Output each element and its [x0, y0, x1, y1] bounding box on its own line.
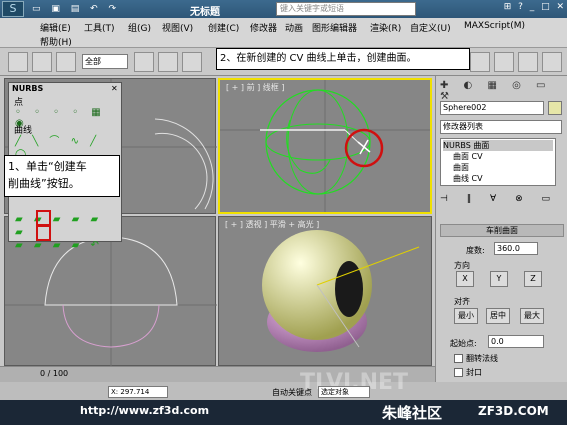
set-key-dropdown[interactable]: 选定对象 [318, 386, 370, 398]
nurbs-close-icon[interactable]: ✕ [111, 84, 118, 93]
cap-label: 封口 [466, 368, 482, 377]
brand-domain: ZF3D.COM [478, 404, 549, 418]
modifier-stack[interactable]: NURBS 曲面 曲面 CV 曲面 曲线 CV [440, 138, 556, 186]
app-logo-icon[interactable]: S [2, 1, 24, 17]
nurbs-title: NURBS [12, 84, 44, 93]
command-panel-tabs[interactable]: ✚ ◐ ▦ ◎ ▭ ⚒ [440, 80, 564, 102]
link-icon[interactable] [32, 52, 52, 72]
modifier-list-dropdown[interactable]: 修改器列表 [440, 120, 562, 134]
viewport-front-label[interactable]: [ + ] 前 ] 线框 ] [226, 82, 284, 93]
step1-callout: 1、单击“创建车 削曲线”按钮。 [4, 155, 120, 197]
align-group-label: 对齐 [454, 297, 470, 306]
undo-icon[interactable] [8, 52, 28, 72]
surface-tool-icons[interactable]: ▰ ▰ ▰ ▰ ▰ ▰ ▰ ▰ ▰ ▰ ↶ [15, 213, 115, 251]
menu-rendering[interactable]: 渲染(R) [370, 21, 401, 34]
start-point-label: 起始点: [450, 339, 477, 348]
align-min-button[interactable]: 最小 [454, 308, 478, 324]
align-center-button[interactable]: 居中 [486, 308, 510, 324]
lathe-surface-button[interactable] [36, 224, 51, 241]
start-point-field[interactable]: 0.0 [488, 335, 544, 348]
menu-customize[interactable]: 自定义(U) [410, 21, 451, 34]
step2-callout: 2、在新创建的 CV 曲线上单击，创建曲面。 [216, 48, 470, 70]
quick-access-icons[interactable]: ▭ ▣ ▤ ↶ ↷ [32, 4, 152, 14]
point-tool-icons[interactable]: ◦ ◦ ◦ ◦ ▦ ◉ [15, 107, 115, 129]
align-max-button[interactable]: 最大 [520, 308, 544, 324]
auto-key-label[interactable]: 自动关键点 [272, 387, 312, 398]
render-setup-icon[interactable] [494, 52, 514, 72]
select-icon[interactable] [134, 52, 154, 72]
coord-x-field[interactable]: X: 297.714 [108, 386, 168, 398]
menu-edit[interactable]: 编辑(E) [40, 21, 71, 34]
perspective-scene [262, 230, 420, 352]
step2-text: 2、在新创建的 CV 曲线上单击，创建曲面。 [220, 53, 417, 64]
render-icon[interactable] [518, 52, 538, 72]
degrees-label: 度数: [466, 246, 485, 255]
bind-icon[interactable] [56, 52, 76, 72]
stack-item-surface[interactable]: 曲面 [443, 162, 553, 173]
direction-x-button[interactable]: X [456, 271, 474, 287]
stack-item-nurbs-surface[interactable]: NURBS 曲面 [443, 140, 553, 151]
stack-tools-icons[interactable]: ⊣ ‖ ∀ ⊗ ▭ [440, 194, 560, 206]
timeline-frame: 0 / 100 [40, 369, 69, 378]
status-bar: TLVI.NET X: 297.714 自动关键点 选定对象 http://ww… [0, 370, 567, 425]
stack-item-curve-cv[interactable]: 曲线 CV [443, 173, 553, 184]
menu-help[interactable]: 帮助(H) [40, 35, 72, 48]
menu-graph-editors[interactable]: 图形编辑器 [312, 21, 357, 34]
region-select-icon[interactable] [182, 52, 202, 72]
menu-views[interactable]: 视图(V) [162, 21, 193, 34]
search-input[interactable]: 键入关键字或短语 [276, 2, 416, 16]
viewport-perspective[interactable]: [ + ] 透视 ] 平滑 + 高光 ] [218, 216, 432, 366]
site-url: http://www.zf3d.com [80, 404, 210, 417]
stack-item-surface-cv[interactable]: 曲面 CV [443, 151, 553, 162]
move-icon[interactable] [470, 52, 490, 72]
brand-name: 朱峰社区 [382, 404, 443, 422]
select-by-name-icon[interactable] [158, 52, 178, 72]
step1-line1: 1、单击“创建车 [8, 160, 87, 173]
rollout-title[interactable]: 车削曲面 [440, 224, 564, 237]
step1-line2: 削曲线”按钮。 [8, 177, 80, 190]
object-name-field[interactable]: Sphere002 [440, 101, 544, 115]
menu-bar: 编辑(E) 工具(T) 组(G) 视图(V) 创建(C) 修改器 动画 图形编辑… [0, 18, 567, 48]
degrees-field[interactable]: 360.0 [494, 242, 538, 255]
object-color-swatch[interactable] [548, 101, 562, 115]
menu-animation[interactable]: 动画 [285, 21, 303, 34]
viewport-perspective-label[interactable]: [ + ] 透视 ] 平滑 + 高光 ] [225, 219, 319, 230]
flip-normals-label: 翻转法线 [466, 354, 498, 363]
flip-normals-checkbox[interactable] [454, 354, 463, 363]
command-panel: ✚ ◐ ▦ ◎ ▭ ⚒ Sphere002 修改器列表 NURBS 曲面 曲面 … [435, 76, 567, 382]
direction-y-button[interactable]: Y [490, 271, 508, 287]
viewport-front[interactable]: [ + ] 前 ] 线框 ] [218, 78, 432, 214]
window-controls[interactable]: ⊞ ? _ □ ✕ [500, 2, 566, 16]
cap-checkbox[interactable] [454, 368, 463, 377]
render-frame-icon[interactable] [542, 52, 562, 72]
menu-group[interactable]: 组(G) [128, 21, 151, 34]
front-scene [220, 80, 430, 212]
direction-group-label: 方向 [454, 261, 470, 270]
selection-filter-dropdown[interactable]: 全部 [82, 54, 128, 69]
direction-z-button[interactable]: Z [524, 271, 542, 287]
title-bar: S ▭ ▣ ▤ ↶ ↷ 无标题 键入关键字或短语 ⊞ ? _ □ ✕ [0, 0, 567, 18]
menu-maxscript[interactable]: MAXScript(M) [464, 21, 525, 31]
menu-create[interactable]: 创建(C) [208, 21, 239, 34]
menu-modifiers[interactable]: 修改器 [250, 21, 277, 34]
menu-tools[interactable]: 工具(T) [84, 21, 115, 34]
window-title: 无标题 [190, 7, 220, 18]
